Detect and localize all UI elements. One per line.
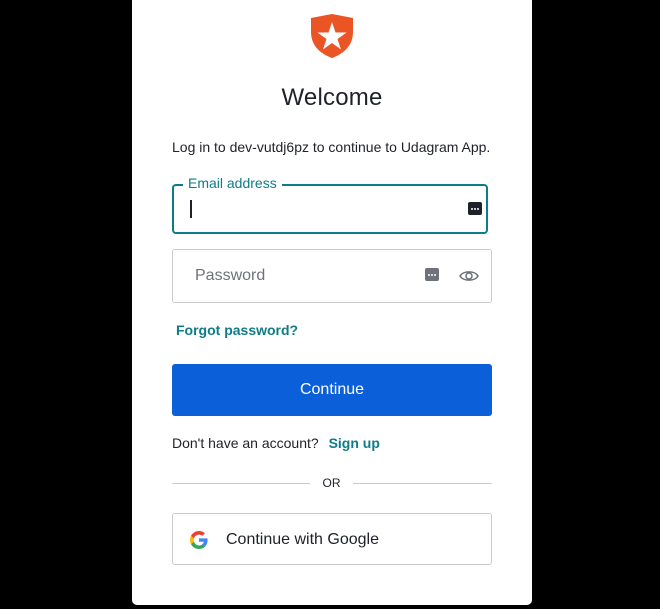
divider-line-right: [353, 483, 492, 484]
divider-line-left: [172, 483, 310, 484]
auth0-logo-icon: [311, 14, 353, 58]
signup-link[interactable]: Sign up: [329, 435, 380, 451]
password-field[interactable]: Password: [172, 249, 492, 303]
divider-or-text: OR: [322, 476, 341, 490]
continue-with-google-button[interactable]: Continue with Google: [172, 513, 492, 565]
email-field[interactable]: Email address: [172, 175, 488, 234]
login-subtitle: Log in to dev-vutdj6pz to continue to Ud…: [172, 139, 491, 155]
signup-row: Don't have an account? Sign up: [172, 435, 380, 451]
page-title: Welcome: [281, 84, 383, 111]
text-caret: [190, 200, 192, 218]
login-card: Welcome Log in to dev-vutdj6pz to contin…: [132, 0, 532, 605]
password-manager-icon[interactable]: [468, 202, 482, 215]
google-button-label: Continue with Google: [226, 531, 379, 548]
forgot-password-link[interactable]: Forgot password?: [176, 322, 298, 338]
show-password-eye-icon[interactable]: [459, 268, 479, 284]
google-g-icon: [190, 531, 208, 549]
signup-prompt: Don't have an account?: [172, 435, 319, 451]
continue-button[interactable]: Continue: [172, 364, 492, 416]
password-placeholder: Password: [195, 267, 266, 284]
password-manager-icon[interactable]: [425, 268, 439, 281]
email-field-label: Email address: [183, 175, 282, 191]
